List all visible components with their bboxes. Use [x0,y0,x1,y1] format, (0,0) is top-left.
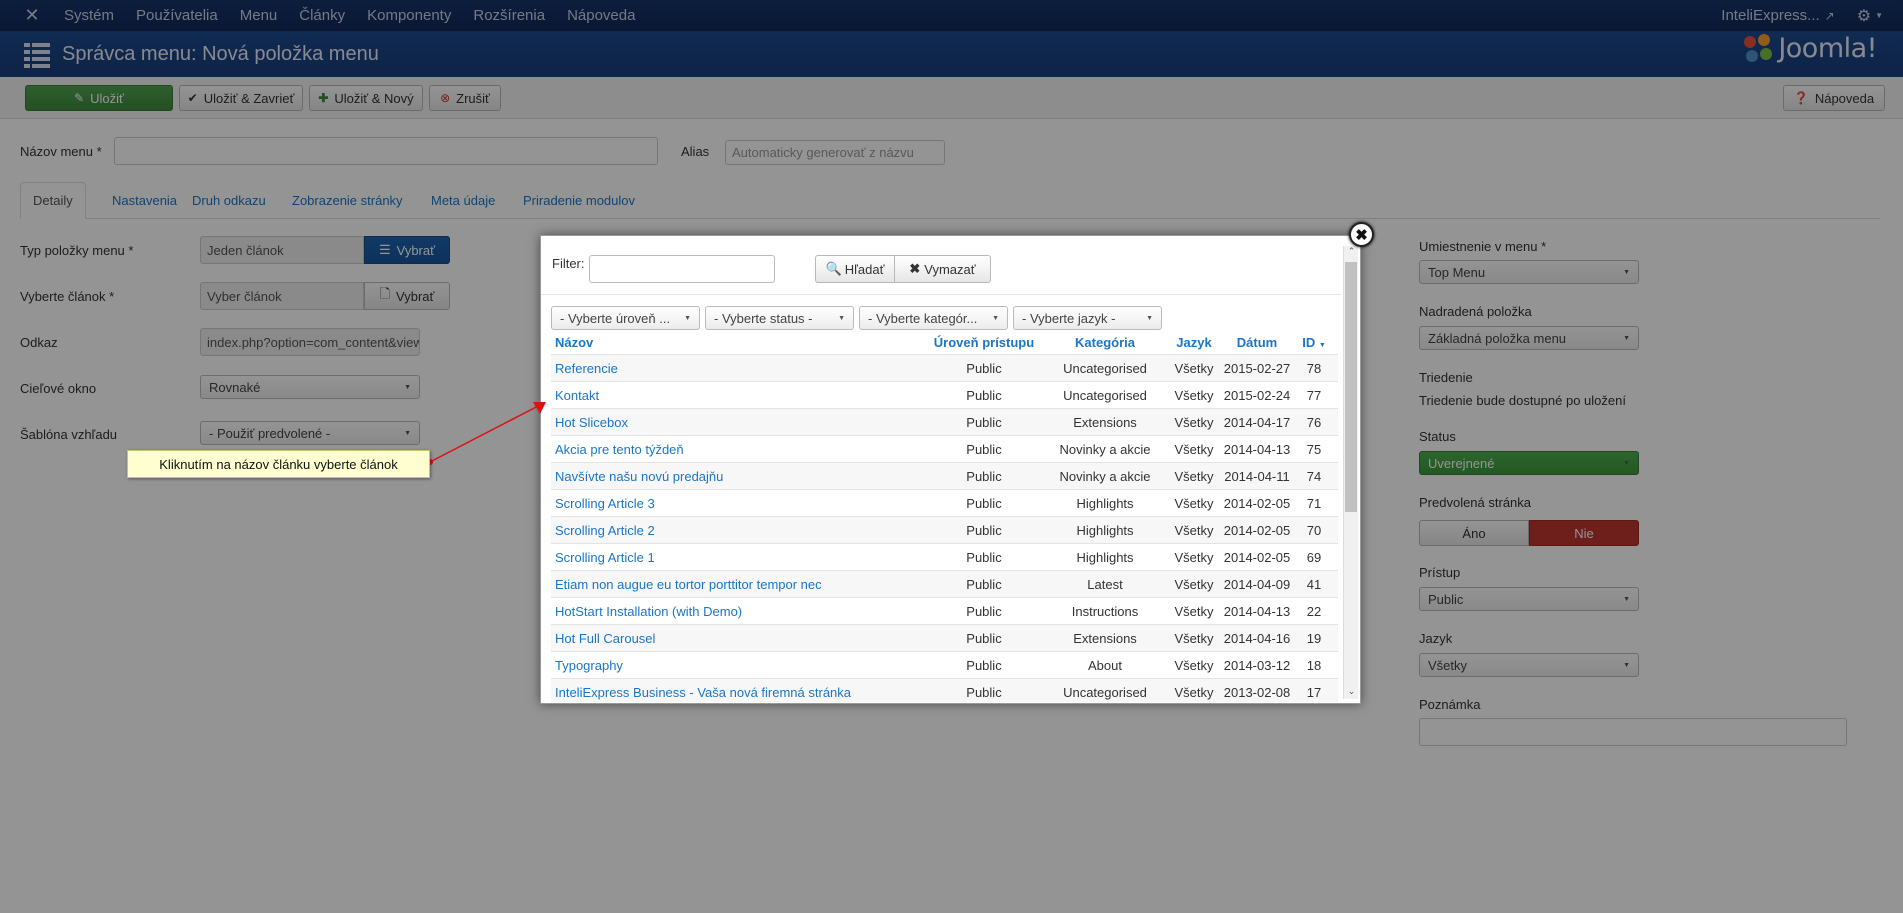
hint-tooltip: Kliknutím na názov článku vyberte článok [127,450,430,478]
